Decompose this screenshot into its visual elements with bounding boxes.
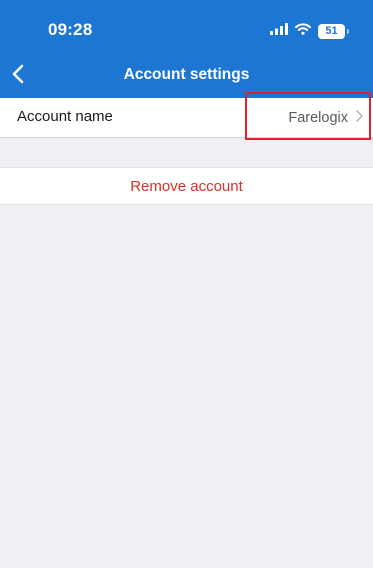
status-icons: 51 [270,22,349,40]
account-name-row[interactable]: Account name Farelogix [0,98,373,138]
account-name-value-button[interactable]: Farelogix [288,98,363,137]
account-name-label: Account name [17,108,113,125]
status-time: 09:28 [48,20,93,39]
signal-icon [270,22,288,40]
remove-account-label: Remove account [130,177,243,195]
app-header: 09:28 51 Account settings [0,0,373,98]
remove-account-button[interactable]: Remove account [0,167,373,205]
battery-icon: 51 [318,23,349,39]
chevron-right-icon [356,109,363,127]
account-name-value: Farelogix [288,109,348,126]
wifi-icon [295,22,311,40]
page-title: Account settings [123,66,250,83]
